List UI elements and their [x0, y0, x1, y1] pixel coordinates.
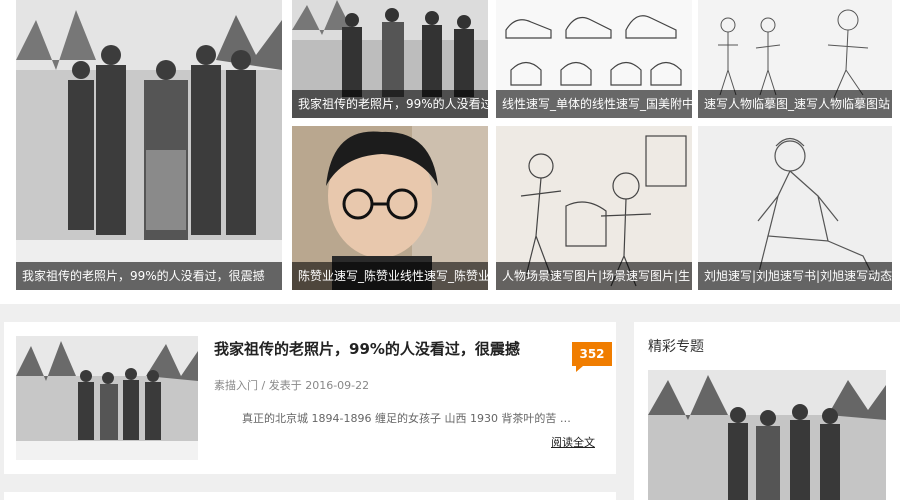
post-category-link[interactable]: 素描入门 — [214, 379, 258, 392]
gallery-tile-caption: 陈赞业速写_陈赞业线性速写_陈赞业 — [292, 262, 488, 290]
post-meta: 素描入门 / 发表于 2016-09-22 — [214, 377, 369, 393]
next-post-card — [4, 492, 616, 500]
gallery-tile-seated-sketch[interactable]: 刘旭速写|刘旭速写书|刘旭速写动态 — [698, 126, 892, 290]
gallery-tile-old-photo[interactable]: 我家祖传的老照片，99%的人没看过，很震撼 — [292, 0, 488, 118]
gallery-tile-caption: 刘旭速写|刘旭速写书|刘旭速写动态 — [698, 262, 892, 290]
gallery-tile-portrait[interactable]: 陈赞业速写_陈赞业线性速写_陈赞业 — [292, 126, 488, 290]
gallery-tile-old-photo-large[interactable]: 我家祖传的老照片，99%的人没看过，很震撼 — [16, 0, 282, 290]
post-date: 发表于 2016-09-22 — [268, 379, 370, 392]
post-title-link[interactable]: 我家祖传的老照片，99%的人没看过，很震撼 — [214, 338, 520, 359]
post-card: 我家祖传的老照片，99%的人没看过，很震撼 素描入门 / 发表于 2016-09… — [4, 322, 616, 474]
sidebar-featured-topics: 精彩专题 — [634, 322, 900, 500]
old-family-photo-image — [16, 0, 282, 290]
gallery-tile-caption: 人物场景速写图片|场景速写图片|生 — [496, 262, 692, 290]
gallery-tile-shoe-sketch[interactable]: 线性速写_单体的线性速写_国美附中 — [496, 0, 692, 118]
image-gallery: 我家祖传的老照片，99%的人没看过，很震撼 我家祖传的老照片，99%的人没看过，… — [0, 0, 900, 304]
gallery-tile-figure-sketch[interactable]: 速写人物临摹图_速写人物临摹图站 — [698, 0, 892, 118]
comment-count-badge: 352 — [572, 342, 612, 372]
old-family-photo-image — [648, 370, 886, 500]
gallery-tile-caption: 我家祖传的老照片，99%的人没看过，很震撼 — [16, 262, 282, 290]
gallery-tile-caption: 线性速写_单体的线性速写_国美附中 — [496, 90, 692, 118]
post-excerpt: 真正的北京城 1894-1896 缠足的女孩子 山西 1930 背茶叶的苦 … — [242, 412, 571, 425]
sidebar-title: 精彩专题 — [648, 339, 704, 355]
featured-topic-thumbnail[interactable] — [648, 370, 886, 500]
meta-separator: / — [258, 379, 269, 392]
old-family-photo-image — [16, 336, 198, 460]
read-more-link[interactable]: 阅读全文 — [551, 434, 595, 450]
gallery-tile-caption: 速写人物临摹图_速写人物临摹图站 — [698, 90, 892, 118]
post-thumbnail[interactable] — [16, 336, 198, 460]
gallery-tile-caption: 我家祖传的老照片，99%的人没看过，很震撼 — [292, 90, 488, 118]
gallery-tile-scene-sketch[interactable]: 人物场景速写图片|场景速写图片|生 — [496, 126, 692, 290]
